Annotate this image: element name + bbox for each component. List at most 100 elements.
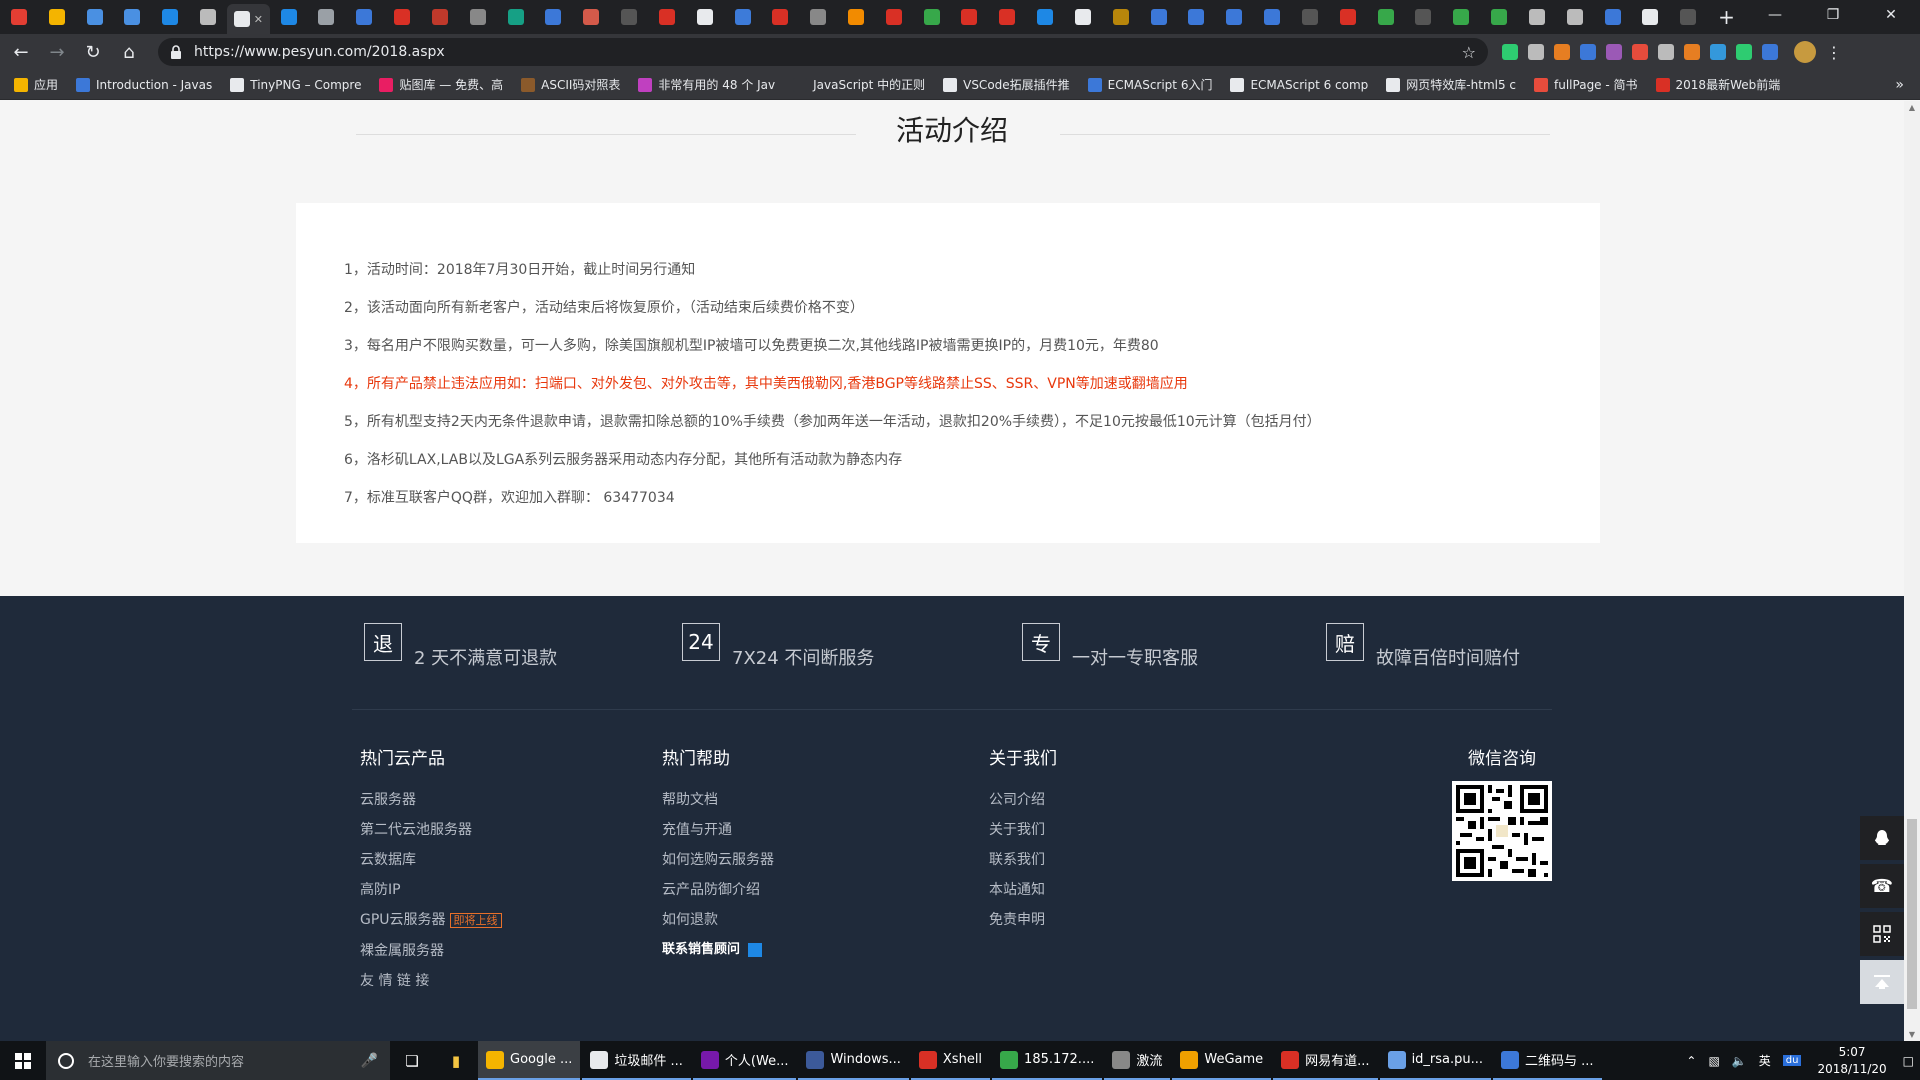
bookmark-item[interactable]: fullPage - 简书: [1534, 76, 1638, 93]
browser-tab[interactable]: [799, 0, 837, 34]
browser-tab[interactable]: [572, 0, 610, 34]
browser-tab[interactable]: [951, 0, 989, 34]
browser-tab[interactable]: [837, 0, 875, 34]
taskbar-app-button[interactable]: 垃圾邮件 ...: [582, 1041, 691, 1080]
browser-tab[interactable]: [875, 0, 913, 34]
microphone-icon[interactable]: 🎤: [361, 1053, 378, 1069]
browser-tab[interactable]: [0, 0, 38, 34]
bookmarks-overflow-button[interactable]: »: [1895, 77, 1904, 93]
taskbar-app-button[interactable]: id_rsa.pu...: [1379, 1041, 1492, 1080]
browser-tab[interactable]: [421, 0, 459, 34]
browser-tab[interactable]: [1215, 0, 1253, 34]
qrcode-icon[interactable]: [1860, 912, 1904, 956]
taskbar-clock[interactable]: 5:07 2018/11/20: [1817, 1044, 1886, 1078]
baidu-input-icon[interactable]: du: [1782, 1055, 1802, 1066]
scroll-up-arrow[interactable]: ▲: [1904, 103, 1920, 112]
browser-tab[interactable]: [1064, 0, 1102, 34]
footer-link-ddos-ip[interactable]: 高防IP: [360, 875, 502, 905]
back-to-top-icon[interactable]: [1860, 960, 1904, 1004]
browser-tab[interactable]: [1442, 0, 1480, 34]
browser-tab[interactable]: [383, 0, 421, 34]
footer-link-notices[interactable]: 本站通知: [989, 875, 1057, 905]
bookmark-item[interactable]: ASCII码对照表: [521, 76, 620, 93]
browser-tab[interactable]: [686, 0, 724, 34]
footer-link-gpu[interactable]: GPU云服务器 即将上线: [360, 905, 502, 936]
minimize-button[interactable]: —: [1746, 0, 1804, 34]
bookmark-item[interactable]: 网页特效库-html5 c: [1386, 76, 1516, 93]
browser-tab[interactable]: [1291, 0, 1329, 34]
browser-tab[interactable]: [270, 0, 308, 34]
browser-tab[interactable]: [913, 0, 951, 34]
footer-link-defense[interactable]: 云产品防御介绍: [662, 875, 774, 905]
browser-tab[interactable]: [38, 0, 76, 34]
browser-tab[interactable]: [1405, 0, 1443, 34]
extension-icon[interactable]: [1528, 44, 1544, 60]
browser-tab[interactable]: [497, 0, 535, 34]
footer-link-recharge[interactable]: 充值与开通: [662, 815, 774, 845]
browser-tab[interactable]: [1140, 0, 1178, 34]
browser-tab[interactable]: [1367, 0, 1405, 34]
browser-tab[interactable]: [1329, 0, 1367, 34]
extension-icon[interactable]: [1606, 44, 1622, 60]
scroll-down-arrow[interactable]: ▼: [1904, 1030, 1920, 1039]
back-button[interactable]: ←: [6, 37, 36, 67]
browser-tab[interactable]: [534, 0, 572, 34]
taskbar-app-button[interactable]: Xshell: [910, 1041, 991, 1080]
browser-tab[interactable]: [1102, 0, 1140, 34]
tab-close-icon[interactable]: ✕: [254, 13, 263, 26]
browser-tab[interactable]: [1518, 0, 1556, 34]
footer-link-company[interactable]: 公司介绍: [989, 785, 1057, 815]
footer-link-cloud-server[interactable]: 云服务器: [360, 785, 502, 815]
bookmark-item[interactable]: 非常有用的 48 个 Jav: [638, 76, 775, 93]
browser-tab[interactable]: [724, 0, 762, 34]
taskbar-app-button[interactable]: 185.172....: [992, 1041, 1103, 1080]
bookmark-item[interactable]: Introduction - Javas: [76, 77, 212, 92]
maximize-button[interactable]: ❐: [1804, 0, 1862, 34]
task-view-icon[interactable]: ❏: [390, 1052, 434, 1070]
bookmark-star-icon[interactable]: ☆: [1462, 43, 1476, 62]
bookmark-item[interactable]: 贴图库 — 免费、高: [379, 76, 503, 93]
taskbar-app-button[interactable]: 个人(We...: [692, 1041, 797, 1080]
contact-sales-link[interactable]: 联系销售顾问: [662, 935, 774, 965]
page-scrollbar[interactable]: ▲ ▼: [1904, 101, 1920, 1041]
browser-tab[interactable]: [648, 0, 686, 34]
browser-tab[interactable]: [1631, 0, 1669, 34]
network-icon[interactable]: ▧: [1708, 1054, 1719, 1068]
browser-tab[interactable]: [459, 0, 497, 34]
footer-link-cloud-pool[interactable]: 第二代云池服务器: [360, 815, 502, 845]
browser-tab[interactable]: [1480, 0, 1518, 34]
home-button[interactable]: ⌂: [114, 37, 144, 67]
browser-tab[interactable]: [151, 0, 189, 34]
browser-tab[interactable]: [1253, 0, 1291, 34]
browser-tab[interactable]: [113, 0, 151, 34]
browser-tab[interactable]: [761, 0, 799, 34]
browser-tab[interactable]: [1594, 0, 1632, 34]
new-tab-button[interactable]: +: [1707, 5, 1746, 29]
taskbar-app-button[interactable]: Windows...: [798, 1041, 909, 1080]
browser-tab[interactable]: ✕: [226, 4, 270, 34]
qq-icon[interactable]: [1860, 816, 1904, 860]
browser-tab[interactable]: [1669, 0, 1707, 34]
bookmark-item[interactable]: ECMAScript 6 comp: [1230, 77, 1368, 92]
bookmark-item[interactable]: VSCode拓展插件推: [943, 76, 1070, 93]
taskbar-app-button[interactable]: 网易有道...: [1273, 1041, 1378, 1080]
footer-link-friend-links[interactable]: 友 情 链 接: [360, 966, 502, 996]
extension-icon[interactable]: [1762, 44, 1778, 60]
footer-link-bare-metal[interactable]: 裸金属服务器: [360, 936, 502, 966]
browser-tab[interactable]: [1026, 0, 1064, 34]
bookmark-item[interactable]: 应用: [14, 76, 58, 93]
browser-tab[interactable]: [1178, 0, 1216, 34]
taskbar-app-button[interactable]: 激流: [1104, 1041, 1171, 1080]
file-explorer-icon[interactable]: ▮: [434, 1052, 478, 1070]
footer-link-choose-server[interactable]: 如何选购云服务器: [662, 845, 774, 875]
taskbar-app-button[interactable]: 二维码与 ...: [1493, 1041, 1602, 1080]
taskbar-app-button[interactable]: Google ...: [478, 1041, 581, 1080]
taskbar-app-button[interactable]: WeGame: [1172, 1041, 1272, 1080]
footer-link-disclaimer[interactable]: 免责申明: [989, 905, 1057, 935]
footer-link-cloud-db[interactable]: 云数据库: [360, 845, 502, 875]
browser-tab[interactable]: [189, 0, 227, 34]
tray-expand-icon[interactable]: ⌃: [1686, 1054, 1696, 1068]
volume-icon[interactable]: 🔈: [1732, 1054, 1747, 1068]
extension-icon[interactable]: [1710, 44, 1726, 60]
taskbar-search[interactable]: 在这里输入你要搜索的内容 🎤: [46, 1041, 390, 1080]
